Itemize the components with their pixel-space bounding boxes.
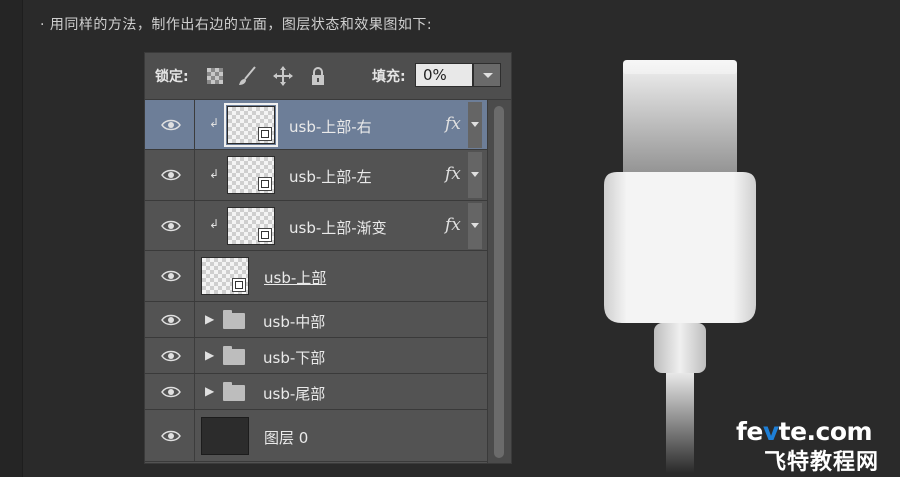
layer-thumbnail[interactable] bbox=[224, 103, 278, 147]
layer-name[interactable]: usb-中部 bbox=[263, 311, 325, 332]
visibility-toggle[interactable] bbox=[145, 374, 195, 409]
layer-row[interactable]: ↲ usb-上部-右 fx bbox=[145, 100, 487, 150]
lock-transparent-pixels-icon[interactable] bbox=[204, 65, 226, 87]
watermark-text-b: v bbox=[762, 417, 779, 446]
group-expand-triangle-icon[interactable]: ▶ bbox=[205, 312, 214, 326]
lock-position-move-icon[interactable] bbox=[272, 65, 294, 87]
layers-scrollbar[interactable] bbox=[487, 100, 511, 463]
visibility-toggle[interactable] bbox=[145, 251, 195, 301]
layer-name[interactable]: usb-上部 bbox=[264, 267, 326, 288]
effects-expand-triangle-icon[interactable] bbox=[468, 152, 482, 198]
lock-label: 锁定: bbox=[155, 69, 189, 85]
visibility-toggle[interactable] bbox=[145, 410, 195, 461]
layer-group-row[interactable]: ▶ usb-下部 bbox=[145, 338, 487, 374]
eye-icon[interactable] bbox=[161, 350, 181, 362]
layer-name[interactable]: usb-尾部 bbox=[263, 383, 325, 404]
effects-expand-triangle-icon[interactable] bbox=[468, 102, 482, 148]
layer-effects-fx-icon[interactable]: fx bbox=[445, 114, 461, 134]
scrollbar-thumb[interactable] bbox=[494, 106, 504, 458]
layer-thumbnail[interactable] bbox=[201, 257, 249, 295]
smart-object-badge-icon bbox=[258, 127, 272, 141]
eye-icon[interactable] bbox=[161, 220, 181, 232]
layer-row[interactable]: usb-上部 bbox=[145, 251, 487, 302]
eye-icon[interactable] bbox=[161, 270, 181, 282]
layer-group-row[interactable]: ▶ usb-中部 bbox=[145, 302, 487, 338]
layer-row[interactable]: ↲ usb-上部-左 fx bbox=[145, 150, 487, 201]
caption-text: · 用同样的方法，制作出右边的立面，图层状态和效果图如下: bbox=[40, 17, 433, 33]
visibility-toggle[interactable] bbox=[145, 100, 195, 149]
eye-icon[interactable] bbox=[161, 314, 181, 326]
folder-icon bbox=[223, 346, 245, 365]
group-expand-triangle-icon[interactable]: ▶ bbox=[205, 384, 214, 398]
smart-object-badge-icon bbox=[258, 177, 272, 191]
layer-name[interactable]: usb-上部-左 bbox=[289, 166, 372, 187]
layer-row[interactable]: ↲ usb-上部-渐变 fx bbox=[145, 201, 487, 251]
usb-connector-illustration bbox=[604, 60, 756, 473]
layer-thumbnail[interactable] bbox=[227, 207, 275, 245]
clipping-mask-arrow-icon: ↲ bbox=[209, 116, 220, 130]
lock-all-padlock-icon[interactable] bbox=[307, 65, 329, 87]
eye-icon[interactable] bbox=[161, 119, 181, 131]
eye-icon[interactable] bbox=[161, 169, 181, 181]
group-expand-triangle-icon[interactable]: ▶ bbox=[205, 348, 214, 362]
fill-dropdown-button[interactable] bbox=[473, 63, 501, 87]
layer-name[interactable]: usb-上部-渐变 bbox=[289, 217, 387, 238]
eye-icon[interactable] bbox=[161, 386, 181, 398]
layer-effects-fx-icon[interactable]: fx bbox=[445, 164, 461, 184]
clipping-mask-arrow-icon: ↲ bbox=[209, 167, 220, 181]
layers-panel: 锁定: 填充: 0% ↲ usb-上部-右 fx ↲ usb-上部-左 fx ↲… bbox=[144, 52, 512, 464]
layer-row[interactable]: 图层 0 bbox=[145, 410, 487, 462]
layer-thumbnail[interactable] bbox=[201, 417, 249, 455]
layers-toolbar: 锁定: 填充: 0% bbox=[145, 53, 511, 100]
clipping-mask-arrow-icon: ↲ bbox=[209, 217, 220, 231]
layer-thumbnail[interactable] bbox=[227, 156, 275, 194]
watermark-logo: fevte.com bbox=[736, 417, 873, 446]
eye-icon[interactable] bbox=[161, 430, 181, 442]
layer-effects-fx-icon[interactable]: fx bbox=[445, 215, 461, 235]
effects-expand-triangle-icon[interactable] bbox=[468, 203, 482, 249]
watermark-text-c: te.com bbox=[778, 417, 873, 446]
left-frame-strip bbox=[0, 0, 23, 477]
smart-object-badge-icon bbox=[258, 228, 272, 242]
smart-object-badge-icon bbox=[232, 278, 246, 292]
visibility-toggle[interactable] bbox=[145, 338, 195, 373]
layer-name[interactable]: 图层 0 bbox=[264, 427, 308, 448]
fill-label: 填充: bbox=[372, 69, 406, 85]
layer-name[interactable]: usb-上部-右 bbox=[289, 116, 372, 137]
watermark-subtitle: 飞特教程网 bbox=[764, 450, 880, 475]
lock-image-pixels-brush-icon[interactable] bbox=[236, 65, 258, 87]
layer-name[interactable]: usb-下部 bbox=[263, 347, 325, 368]
visibility-toggle[interactable] bbox=[145, 201, 195, 250]
layers-list: ↲ usb-上部-右 fx ↲ usb-上部-左 fx ↲ usb-上部-渐变 … bbox=[145, 100, 487, 462]
folder-icon bbox=[223, 382, 245, 401]
visibility-toggle[interactable] bbox=[145, 150, 195, 200]
visibility-toggle[interactable] bbox=[145, 302, 195, 337]
folder-icon bbox=[223, 310, 245, 329]
layer-group-row[interactable]: ▶ usb-尾部 bbox=[145, 374, 487, 410]
fill-opacity-input[interactable]: 0% bbox=[415, 63, 473, 87]
watermark-text-a: fe bbox=[736, 417, 763, 446]
